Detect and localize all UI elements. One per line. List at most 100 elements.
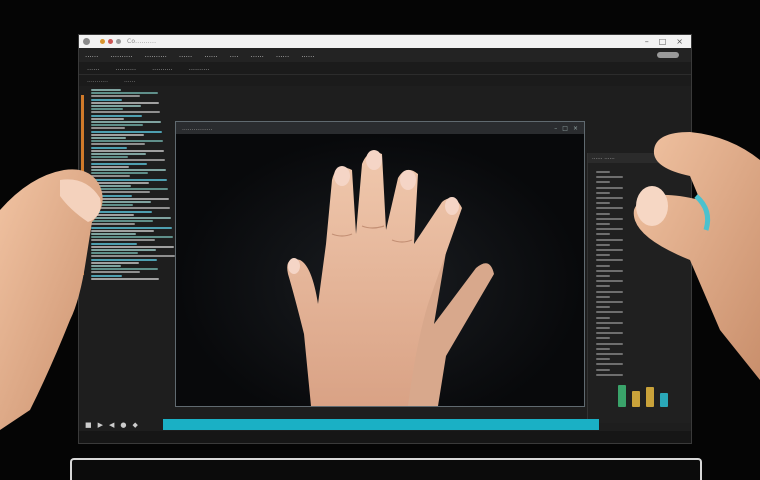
monitor-stand — [70, 458, 702, 480]
meter-bar — [632, 391, 640, 407]
code-line — [91, 265, 121, 267]
code-line — [91, 105, 141, 107]
close-button[interactable]: × — [676, 37, 683, 46]
property-line — [596, 306, 610, 309]
code-line — [91, 108, 123, 111]
code-line — [91, 92, 158, 95]
timeline-bar[interactable] — [163, 419, 599, 430]
code-line — [91, 229, 154, 232]
app-icon — [83, 38, 90, 45]
play-icon[interactable]: ▶ — [98, 421, 103, 429]
toggle-switch[interactable] — [657, 52, 679, 58]
toolbar: ...... .......... .......... .......... — [79, 62, 691, 75]
preview-canvas — [176, 134, 584, 406]
rewind-icon[interactable]: ◀ — [109, 421, 114, 429]
property-line — [596, 223, 610, 225]
code-line — [91, 178, 167, 181]
meter-bar — [660, 393, 668, 407]
code-line — [91, 114, 142, 117]
property-line — [596, 254, 610, 257]
code-line — [91, 137, 126, 139]
toolbar-item[interactable]: .......... — [107, 64, 144, 72]
property-line — [596, 207, 623, 210]
marker-icon[interactable]: ◆ — [133, 421, 138, 429]
property-line — [596, 259, 623, 262]
code-line — [91, 95, 140, 98]
code-line — [91, 185, 131, 187]
code-line — [91, 242, 137, 245]
code-line — [91, 239, 155, 242]
code-line — [91, 117, 124, 120]
toolbar-item[interactable]: .......... — [144, 64, 181, 72]
code-line — [91, 223, 135, 226]
menu-item[interactable]: ...... — [295, 51, 320, 59]
monitor-screen: Co.......... – □ × ...... .......... ...… — [78, 34, 692, 444]
toolbar-item[interactable]: ...... — [116, 77, 143, 84]
level-meters — [618, 385, 668, 407]
transport-controls: ■ ▶ ◀ ● ◆ — [85, 421, 138, 429]
property-line — [596, 280, 623, 283]
dot-icon — [116, 39, 121, 44]
menu-item[interactable]: ...... — [270, 51, 295, 59]
code-line — [91, 245, 174, 248]
property-line — [596, 337, 610, 340]
minimize-button[interactable]: – — [554, 125, 557, 132]
property-line — [596, 342, 623, 345]
code-line — [91, 169, 166, 171]
menu-item[interactable]: ...... — [79, 51, 104, 59]
menu-item[interactable]: .......... — [104, 51, 138, 59]
property-line — [596, 373, 623, 376]
property-line — [596, 295, 610, 298]
property-line — [596, 316, 610, 319]
code-line — [91, 226, 172, 229]
window-titlebar: Co.......... – □ × — [79, 35, 691, 48]
code-line — [91, 181, 149, 184]
toolbar-item[interactable]: ........... — [79, 77, 116, 84]
meter-bar — [646, 387, 654, 407]
code-line — [91, 121, 161, 123]
minimize-button[interactable]: – — [645, 37, 649, 46]
menu-item[interactable]: .... — [224, 51, 245, 59]
code-line — [91, 159, 165, 162]
property-line — [596, 363, 623, 366]
code-line — [91, 194, 132, 197]
menu-item[interactable]: .......... — [139, 51, 173, 59]
menu-item[interactable]: ...... — [173, 51, 198, 59]
property-line — [596, 353, 623, 355]
maximize-button[interactable]: □ — [562, 125, 568, 132]
property-line — [596, 368, 610, 371]
toolbar-item[interactable]: .......... — [181, 64, 218, 72]
code-line — [91, 197, 169, 200]
record-icon[interactable]: ● — [120, 421, 126, 429]
code-line — [91, 201, 151, 203]
sub-toolbar: ........... ...... — [79, 75, 691, 86]
dot-icon — [108, 39, 113, 44]
code-line — [91, 127, 125, 130]
code-line — [91, 153, 146, 155]
property-line — [596, 264, 610, 267]
code-line — [91, 101, 159, 104]
stop-icon[interactable]: ■ — [85, 421, 92, 429]
code-line — [91, 249, 156, 251]
code-line — [91, 175, 130, 178]
code-line — [91, 213, 134, 216]
meter-bar — [618, 385, 626, 407]
dot-icon — [100, 39, 105, 44]
code-line — [91, 252, 138, 255]
property-line — [596, 321, 623, 324]
menu-item[interactable]: ...... — [245, 51, 270, 59]
code-line — [91, 111, 160, 114]
code-line — [91, 217, 171, 219]
code-line — [91, 255, 175, 258]
maximize-button[interactable]: □ — [659, 37, 667, 46]
code-line — [91, 149, 164, 152]
property-line — [596, 212, 610, 215]
code-line — [91, 210, 152, 213]
code-line — [91, 140, 163, 143]
toolbar-item[interactable]: ...... — [79, 64, 107, 72]
close-button[interactable]: × — [573, 125, 578, 132]
preview-window[interactable]: ................ – □ × — [175, 121, 585, 407]
property-line — [596, 228, 623, 231]
menu-item[interactable]: ...... — [198, 51, 223, 59]
preview-title: ................ — [182, 124, 213, 132]
